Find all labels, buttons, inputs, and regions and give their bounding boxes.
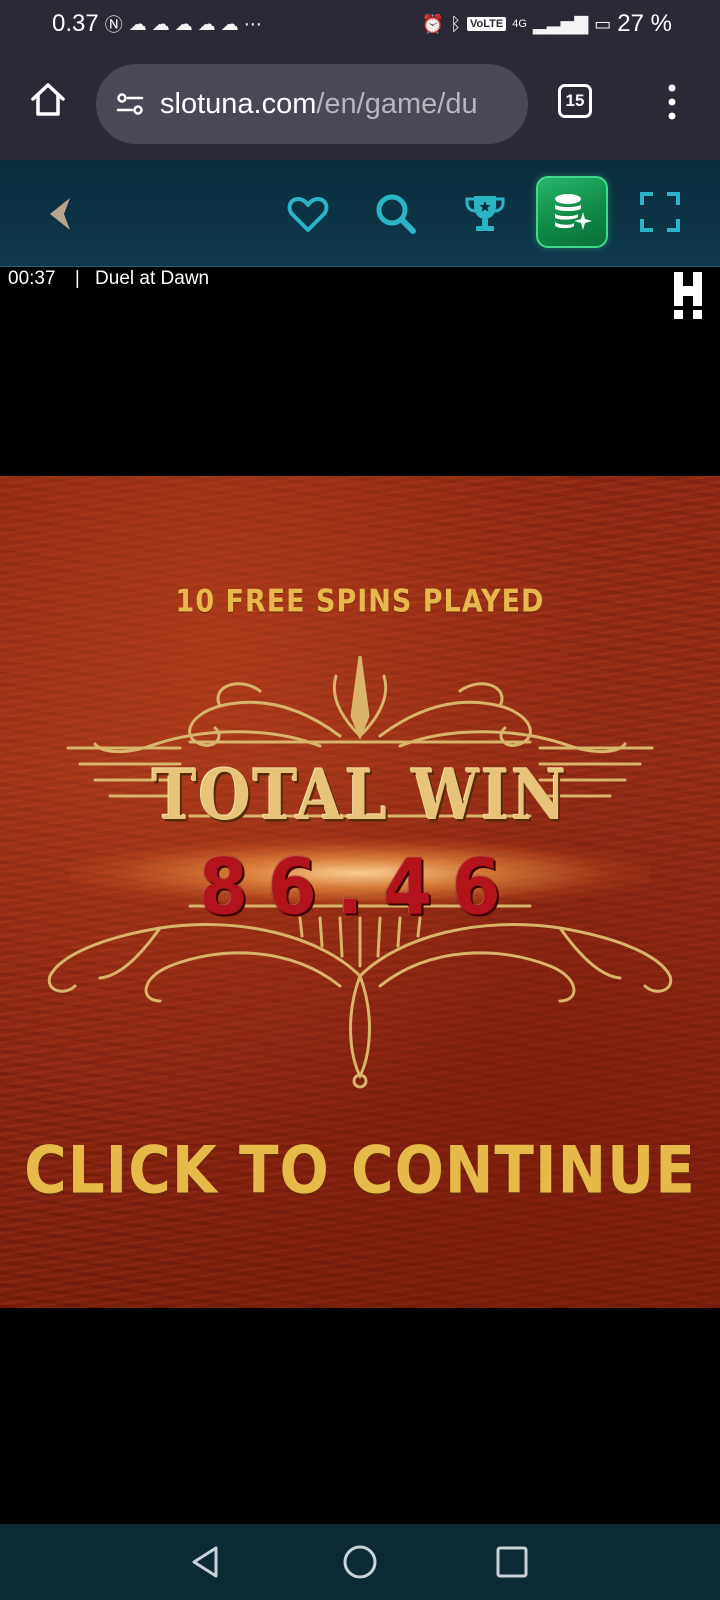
- url-text: slotuna.com/en/game/du: [160, 88, 478, 121]
- search-icon[interactable]: [372, 190, 418, 236]
- wallet-button[interactable]: [536, 176, 608, 248]
- status-left: 0.37 Ⓝ ☁ ☁ ☁ ☁ ☁ ⋯: [52, 10, 262, 38]
- browser-toolbar: slotuna.com/en/game/du 15: [0, 48, 720, 160]
- wallet-icon: [555, 194, 592, 230]
- status-time: 0.37: [52, 10, 99, 37]
- alarm-icon: ⏰: [421, 13, 445, 34]
- tab-switcher-button[interactable]: 15: [558, 84, 592, 118]
- more-options-icon[interactable]: [656, 82, 688, 122]
- battery-level: 27 %: [617, 10, 672, 37]
- total-win-label: TOTAL WIN: [151, 755, 569, 837]
- battery-icon: ▭: [594, 13, 612, 34]
- provider-logo-icon: [674, 272, 702, 319]
- url-path: /en/game/du: [316, 87, 478, 120]
- volte-icon: VoLTE: [467, 17, 507, 31]
- address-bar[interactable]: slotuna.com/en/game/du: [96, 64, 528, 144]
- free-spins-played-text: 10 FREE SPINS PLAYED: [175, 583, 545, 620]
- nav-recents-icon[interactable]: [492, 1542, 532, 1582]
- phone-screen: 0.37 Ⓝ ☁ ☁ ☁ ☁ ☁ ⋯ ⏰ ᛒ VoLTE 4G ▂▃▅▇ ▭ 2…: [0, 0, 720, 1600]
- site-toolbar: [0, 160, 720, 267]
- game-title: Duel at Dawn: [95, 268, 210, 289]
- network-type: 4G: [512, 18, 527, 30]
- fullscreen-icon[interactable]: [638, 190, 682, 234]
- site-settings-icon[interactable]: [114, 88, 146, 120]
- game-timer: 00:37: [8, 268, 56, 289]
- status-bar: 0.37 Ⓝ ☁ ☁ ☁ ☁ ☁ ⋯ ⏰ ᛒ VoLTE 4G ▂▃▅▇ ▭ 2…: [0, 0, 720, 48]
- url-domain: slotuna.com: [160, 87, 317, 120]
- signal-icon: ▂▃▅▇: [532, 13, 589, 34]
- bluetooth-icon: ᛒ: [450, 13, 462, 34]
- click-to-continue-button[interactable]: CLICK TO CONTINUE: [0, 1132, 720, 1208]
- system-nav-bar: [0, 1524, 720, 1600]
- tab-count: 15: [565, 91, 585, 110]
- total-win-amount: 86.46: [199, 841, 521, 933]
- nav-back-icon[interactable]: [186, 1542, 226, 1582]
- info-separator: |: [74, 268, 80, 289]
- nfc-icon: Ⓝ: [104, 15, 123, 35]
- heart-icon[interactable]: [286, 192, 330, 236]
- back-icon[interactable]: [44, 194, 74, 234]
- nav-home-icon[interactable]: [340, 1542, 380, 1582]
- game-info-bar: 00:37 | Duel at Dawn: [8, 268, 209, 290]
- total-win-screen[interactable]: 10 FREE SPINS PLAYED TOTAL WIN 86.46 CLI…: [0, 476, 720, 1308]
- status-right: ⏰ ᛒ VoLTE 4G ▂▃▅▇ ▭ 27 %: [422, 10, 672, 38]
- trophy-icon[interactable]: [462, 190, 508, 236]
- home-icon[interactable]: [28, 80, 68, 120]
- notification-icons: ☁ ☁ ☁ ☁ ☁ ⋯: [128, 13, 262, 34]
